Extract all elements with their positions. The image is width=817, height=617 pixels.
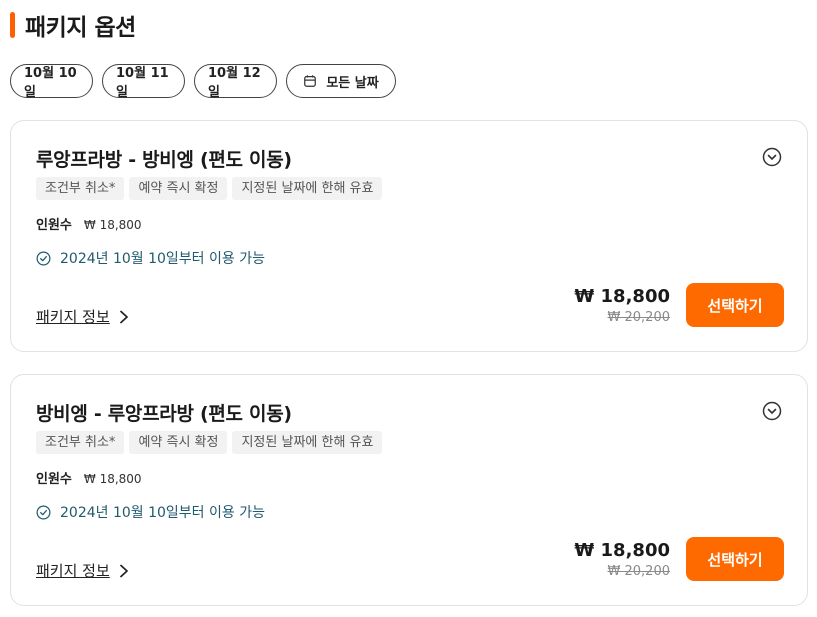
sale-price: ₩ 18,800 <box>574 540 670 561</box>
date-chip-oct-10[interactable]: 10월 10일 <box>10 64 93 100</box>
section-header: 패키지 옵션 <box>10 10 136 41</box>
price-block: ₩ 18,800 ₩ 20,200 <box>574 285 670 327</box>
date-chip-oct-12[interactable]: 10월 12일 <box>194 64 277 100</box>
price-block: ₩ 18,800 ₩ 20,200 <box>574 539 670 581</box>
tag-valid-date: 지정된 날짜에 한해 유효 <box>232 177 383 200</box>
title-accent-bar <box>10 12 15 38</box>
chevron-down-icon[interactable] <box>762 147 782 167</box>
tag-cancellation: 조건부 취소* <box>36 431 125 454</box>
page-title: 패키지 옵션 <box>25 15 136 41</box>
pax-row: 인원수 ₩ 18,800 <box>36 214 142 233</box>
package-tags: 조건부 취소* 예약 즉시 확정 지정된 날짜에 한해 유효 <box>36 177 383 200</box>
chevron-down-icon[interactable] <box>762 401 782 421</box>
package-info-label: 패키지 정보 <box>36 562 110 580</box>
tag-instant-confirm: 예약 즉시 확정 <box>129 177 228 200</box>
pax-label: 인원수 <box>36 218 72 233</box>
chevron-right-icon <box>119 564 128 577</box>
calendar-icon <box>304 75 317 87</box>
package-info-label: 패키지 정보 <box>36 308 110 326</box>
package-tags: 조건부 취소* 예약 즉시 확정 지정된 날짜에 한해 유효 <box>36 431 383 454</box>
pax-label: 인원수 <box>36 472 72 487</box>
availability-row: 2024년 10월 10일부터 이용 가능 <box>36 502 265 522</box>
tag-cancellation: 조건부 취소* <box>36 177 125 200</box>
original-price: ₩ 20,200 <box>607 564 670 579</box>
package-info-link[interactable]: 패키지 정보 <box>36 306 130 327</box>
pax-price: ₩ 18,800 <box>83 218 142 232</box>
select-button[interactable]: 선택하기 <box>686 537 784 581</box>
tag-valid-date: 지정된 날짜에 한해 유효 <box>232 431 383 454</box>
date-filter-bar: 10월 10일 10월 11일 10월 12일 모든 날짜 <box>10 64 396 100</box>
availability-text: 2024년 10월 10일부터 이용 가능 <box>60 505 265 521</box>
tag-instant-confirm: 예약 즉시 확정 <box>129 431 228 454</box>
check-circle-icon <box>36 251 51 265</box>
package-info-link[interactable]: 패키지 정보 <box>36 560 130 581</box>
date-chip-oct-11[interactable]: 10월 11일 <box>102 64 185 100</box>
pax-row: 인원수 ₩ 18,800 <box>36 468 142 487</box>
availability-row: 2024년 10월 10일부터 이용 가능 <box>36 248 265 268</box>
check-circle-icon <box>36 505 51 519</box>
package-name: 루앙프라방 - 방비엥 (편도 이동) <box>36 149 292 171</box>
pax-price: ₩ 18,800 <box>83 472 142 486</box>
original-price: ₩ 20,200 <box>607 310 670 325</box>
chevron-right-icon <box>119 310 128 323</box>
select-button[interactable]: 선택하기 <box>686 283 784 327</box>
all-dates-label: 모든 날짜 <box>326 75 379 91</box>
availability-text: 2024년 10월 10일부터 이용 가능 <box>60 251 265 267</box>
sale-price: ₩ 18,800 <box>574 286 670 307</box>
all-dates-chip[interactable]: 모든 날짜 <box>286 64 396 98</box>
package-name: 방비엥 - 루앙프라방 (편도 이동) <box>36 403 292 425</box>
package-card: 루앙프라방 - 방비엥 (편도 이동) 조건부 취소* 예약 즉시 확정 지정된… <box>10 120 808 352</box>
package-card: 방비엥 - 루앙프라방 (편도 이동) 조건부 취소* 예약 즉시 확정 지정된… <box>10 374 808 606</box>
